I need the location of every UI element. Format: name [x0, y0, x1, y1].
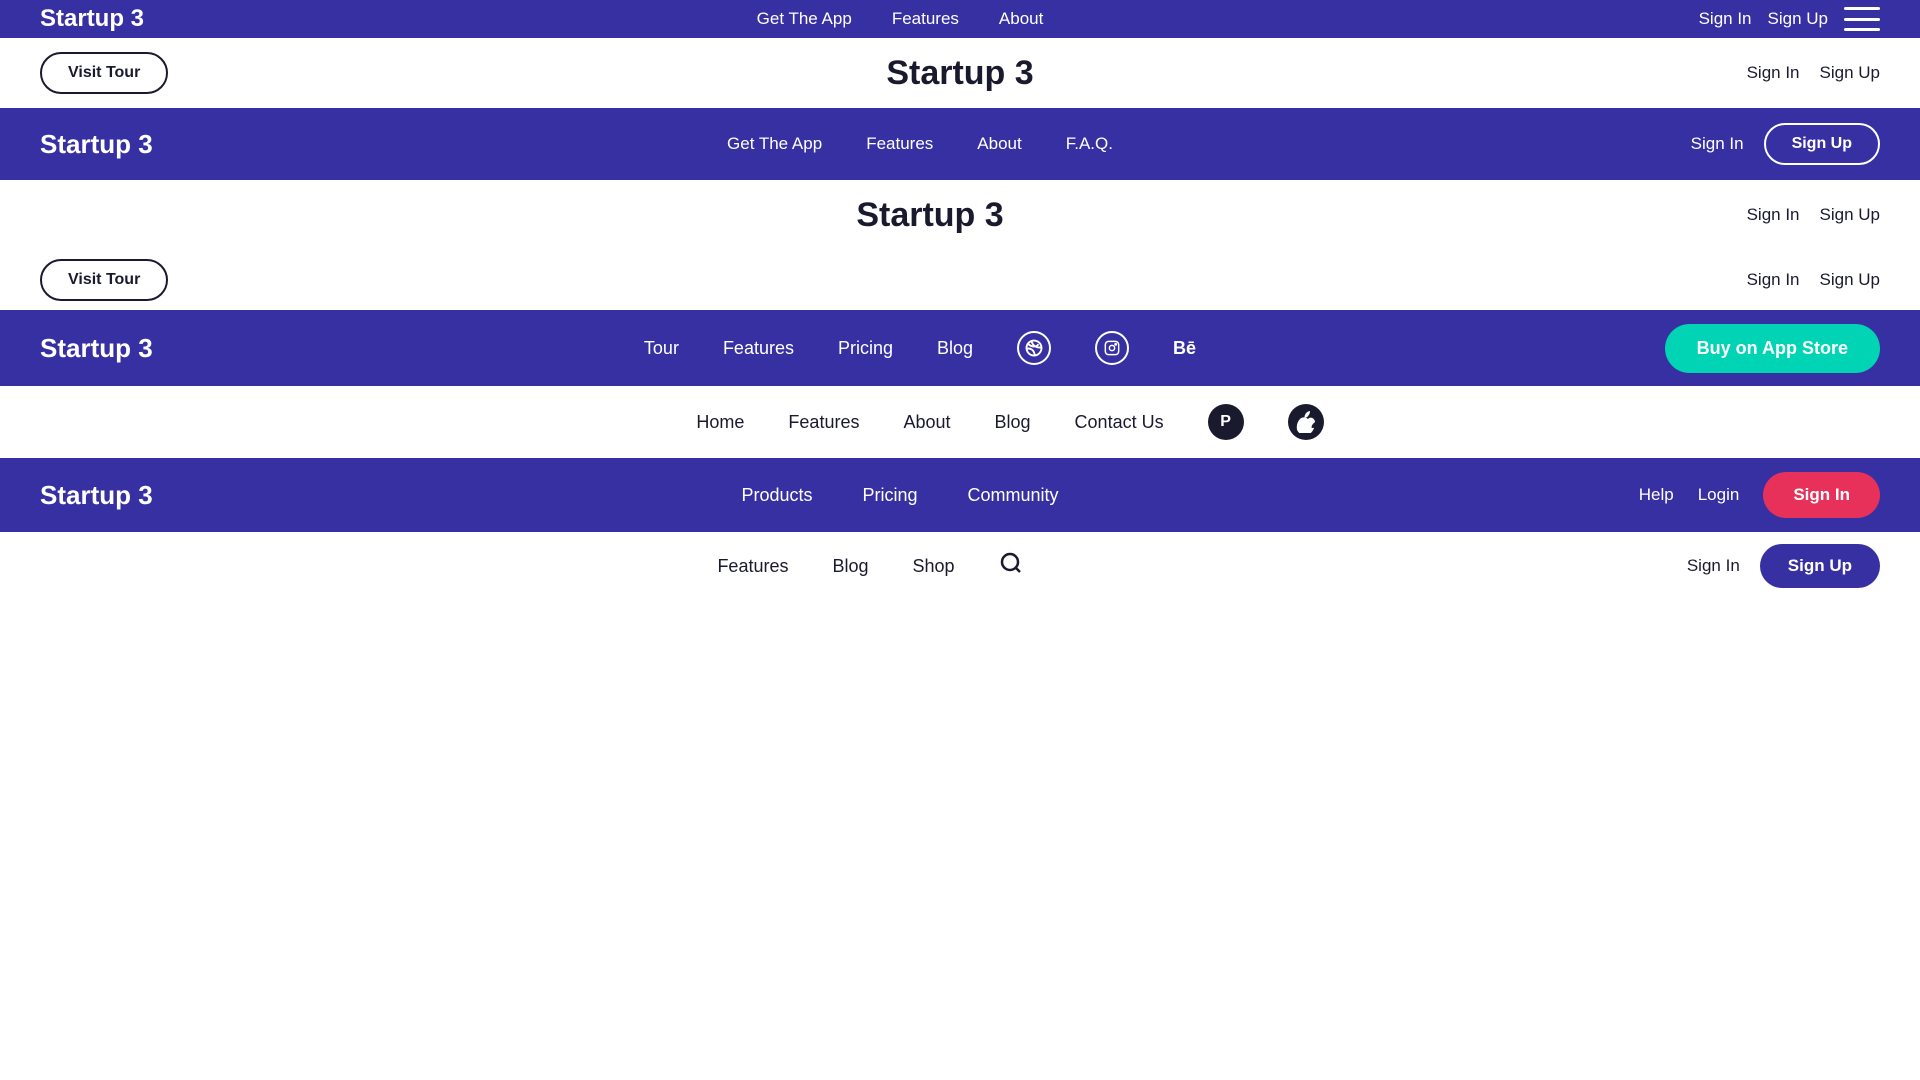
nav1-signin[interactable]: Sign In [1699, 9, 1752, 29]
band3-link-blog[interactable]: Blog [995, 412, 1031, 433]
band1-signup[interactable]: Sign Up [1820, 63, 1880, 83]
band1-title: Startup 3 [886, 54, 1033, 93]
behance-icon[interactable]: Bē [1173, 338, 1196, 359]
band4-signin[interactable]: Sign In [1687, 556, 1740, 576]
nav3-link-pricing[interactable]: Pricing [838, 338, 893, 359]
nav2-logo[interactable]: Startup 3 [40, 129, 240, 160]
nav1-link-features[interactable]: Features [892, 9, 959, 29]
nav1-toggle-icon[interactable] [1844, 7, 1880, 31]
band4-signup-btn[interactable]: Sign Up [1760, 544, 1880, 588]
band4-link-features[interactable]: Features [717, 556, 788, 577]
nav3-link-tour[interactable]: Tour [644, 338, 679, 359]
nav3-link-features[interactable]: Features [723, 338, 794, 359]
nav4-help[interactable]: Help [1639, 485, 1674, 505]
buy-app-store-btn[interactable]: Buy on App Store [1665, 324, 1880, 373]
nav3-link-blog[interactable]: Blog [937, 338, 973, 359]
nav2-signin[interactable]: Sign In [1691, 134, 1744, 154]
visit-tour-btn-1[interactable]: Visit Tour [40, 52, 168, 94]
apple-icon[interactable] [1288, 404, 1324, 440]
nav1-logo[interactable]: Startup 3 [40, 5, 220, 33]
instagram-icon[interactable] [1095, 331, 1129, 365]
band4-link-blog[interactable]: Blog [832, 556, 868, 577]
nav1-signup[interactable]: Sign Up [1768, 9, 1828, 29]
nav4-link-community[interactable]: Community [968, 485, 1059, 506]
dribbble-icon[interactable] [1017, 331, 1051, 365]
nav2-link-about[interactable]: About [977, 134, 1021, 154]
product-hunt-icon[interactable]: P [1208, 404, 1244, 440]
band2-title: Startup 3 [856, 196, 1003, 235]
nav4-link-pricing[interactable]: Pricing [862, 485, 917, 506]
band2b-signin[interactable]: Sign In [1747, 270, 1800, 290]
band3-link-features[interactable]: Features [788, 412, 859, 433]
band3-link-contact[interactable]: Contact Us [1075, 412, 1164, 433]
nav2-link-features[interactable]: Features [866, 134, 933, 154]
band2b-signup[interactable]: Sign Up [1820, 270, 1880, 290]
band3-link-home[interactable]: Home [696, 412, 744, 433]
band2-signup[interactable]: Sign Up [1820, 205, 1880, 225]
nav1-link-about[interactable]: About [999, 9, 1043, 29]
nav2-link-getapp[interactable]: Get The App [727, 134, 822, 154]
nav4-login[interactable]: Login [1698, 485, 1740, 505]
band2-signin[interactable]: Sign In [1747, 205, 1800, 225]
nav4-link-products[interactable]: Products [741, 485, 812, 506]
nav2-signup-btn[interactable]: Sign Up [1764, 123, 1880, 165]
band1-signin[interactable]: Sign In [1747, 63, 1800, 83]
nav4-logo[interactable]: Startup 3 [40, 480, 240, 511]
nav1-link-getapp[interactable]: Get The App [757, 9, 852, 29]
visit-tour-btn-2[interactable]: Visit Tour [40, 259, 168, 301]
nav2-link-faq[interactable]: F.A.Q. [1066, 134, 1113, 154]
band3-link-about[interactable]: About [903, 412, 950, 433]
search-icon[interactable] [999, 551, 1023, 581]
nav4-signin-btn[interactable]: Sign In [1763, 472, 1880, 518]
nav3-logo[interactable]: Startup 3 [40, 333, 240, 364]
band4-link-shop[interactable]: Shop [913, 556, 955, 577]
